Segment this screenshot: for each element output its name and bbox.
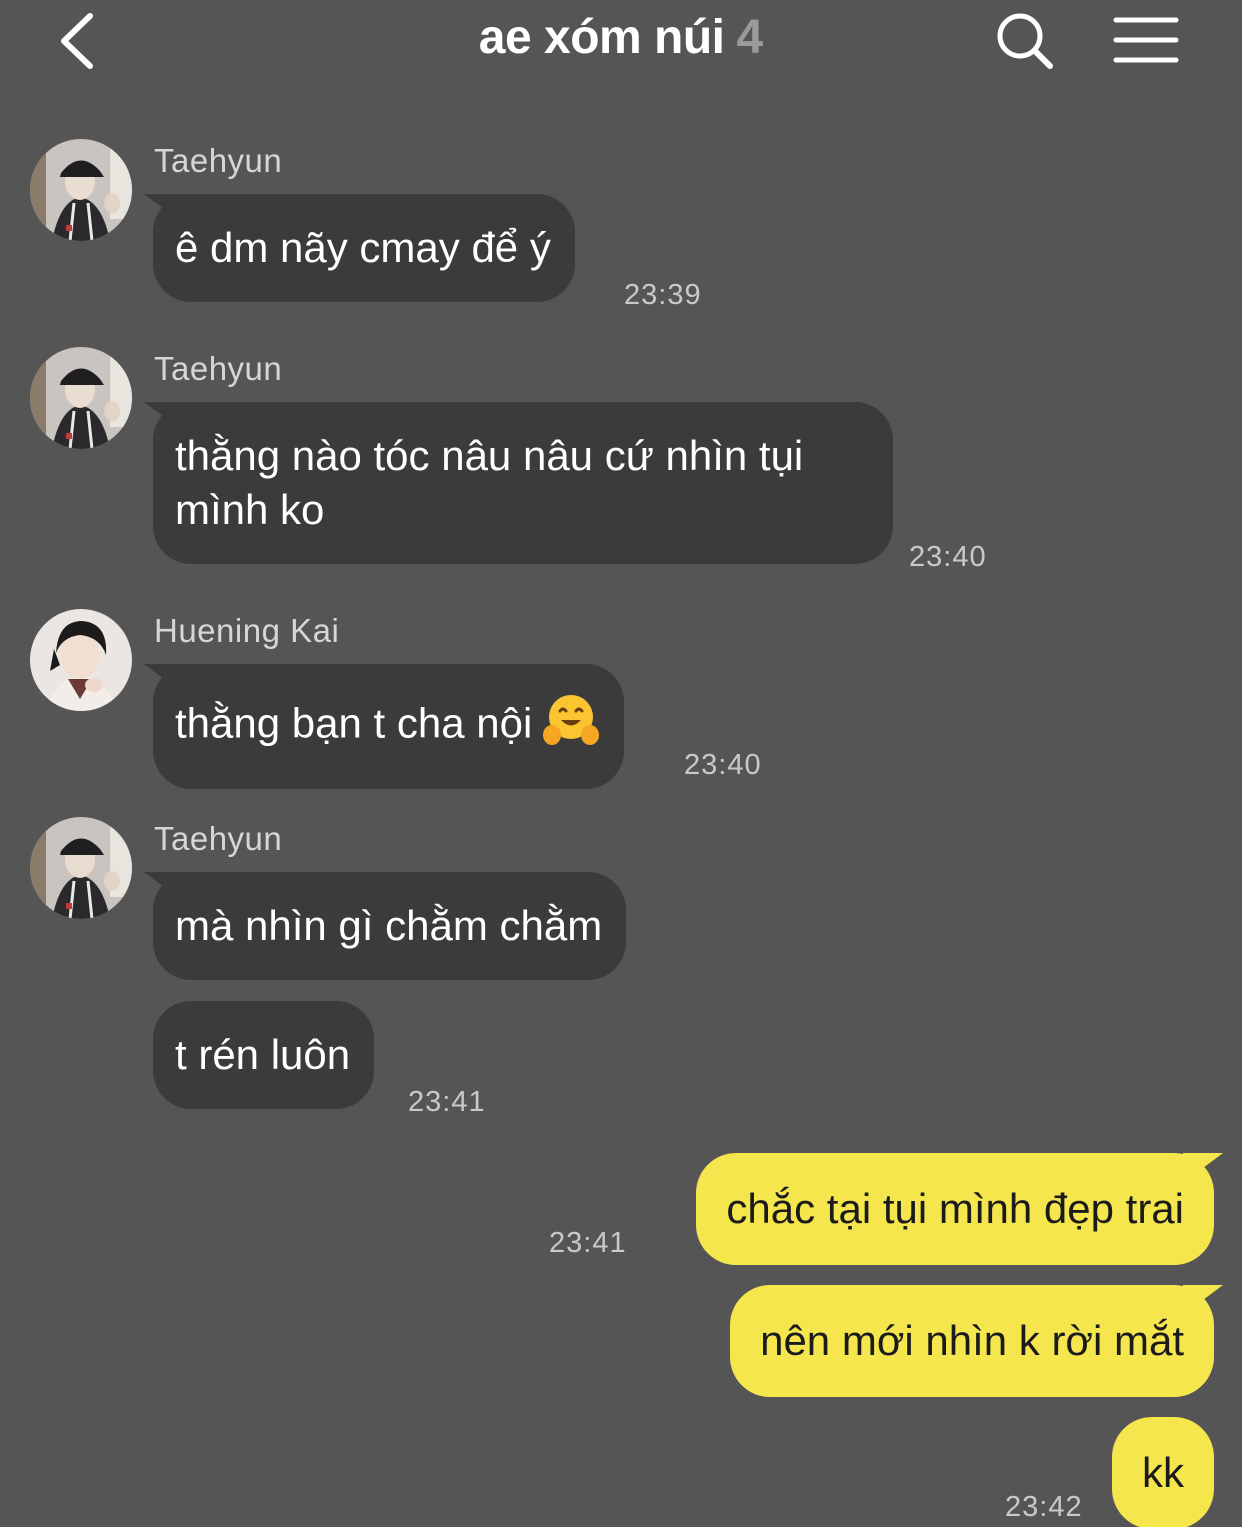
message-text: ê dm nãy cmay để ý bbox=[175, 224, 551, 271]
message-bubble[interactable]: thằng bạn t cha nội bbox=[153, 664, 625, 789]
message-text: chắc tại tụi mình đẹp trai bbox=[726, 1185, 1184, 1232]
hamburger-menu-icon bbox=[1113, 17, 1179, 63]
message-text-line: mình ko bbox=[175, 486, 325, 533]
avatar-image bbox=[30, 609, 132, 711]
message-text: kk bbox=[1142, 1449, 1184, 1496]
outgoing-message-bubble[interactable]: nên mới nhìn k rời mắt bbox=[730, 1285, 1214, 1397]
sender-name: Taehyun bbox=[154, 350, 283, 387]
message-text: nên mới nhìn k rời mắt bbox=[760, 1317, 1184, 1364]
message-time: 23:42 bbox=[1005, 1491, 1083, 1523]
message-bubble[interactable]: ê dm nãy cmay để ý bbox=[153, 194, 575, 302]
message-bubble[interactable]: mà nhìn gì chằm chằm bbox=[153, 872, 627, 980]
avatar-taehyun[interactable] bbox=[30, 817, 132, 919]
search-icon bbox=[997, 13, 1053, 69]
message-time: 23:39 bbox=[624, 279, 702, 311]
member-count: 4 bbox=[736, 11, 764, 64]
message-time: 23:40 bbox=[909, 541, 987, 573]
message-text: mà nhìn gì chằm chằm bbox=[175, 902, 603, 949]
chat-header: ae xóm núi 4 bbox=[0, 0, 1242, 90]
hugging-face-emoji bbox=[542, 691, 600, 762]
message-text: thằng bạn t cha nội bbox=[175, 699, 533, 747]
message-bubble[interactable]: t rén luôn bbox=[153, 1001, 375, 1109]
avatar-image bbox=[30, 139, 132, 241]
chat-title: ae xóm núi bbox=[478, 11, 725, 64]
avatar-image bbox=[30, 347, 132, 449]
message-bubble[interactable]: thằng nào tóc nâu nâu cứ nhìn tụi mình k… bbox=[153, 402, 893, 564]
outgoing-message-bubble[interactable]: chắc tại tụi mình đẹp trai bbox=[696, 1153, 1214, 1265]
message-time: 23:41 bbox=[408, 1086, 486, 1118]
menu-button[interactable] bbox=[1110, 10, 1182, 70]
sender-name: Huening Kai bbox=[154, 612, 340, 649]
search-button[interactable] bbox=[992, 8, 1058, 74]
message-time: 23:41 bbox=[549, 1227, 627, 1259]
message-time: 23:40 bbox=[684, 749, 762, 781]
avatar-taehyun[interactable] bbox=[30, 347, 132, 449]
avatar-huening-kai[interactable] bbox=[30, 609, 132, 711]
outgoing-message-bubble[interactable]: kk bbox=[1112, 1417, 1214, 1527]
sender-name: Taehyun bbox=[154, 142, 283, 179]
message-text-line: thằng nào tóc nâu nâu cứ nhìn tụi bbox=[175, 432, 804, 479]
sender-name: Taehyun bbox=[154, 820, 283, 857]
avatar-taehyun[interactable] bbox=[30, 139, 132, 241]
message-text: t rén luôn bbox=[175, 1031, 351, 1078]
avatar-image bbox=[30, 817, 132, 919]
chat-screen: ae xóm núi 4 Taehyun ê dm nãy cmay để ý … bbox=[0, 0, 1242, 1527]
